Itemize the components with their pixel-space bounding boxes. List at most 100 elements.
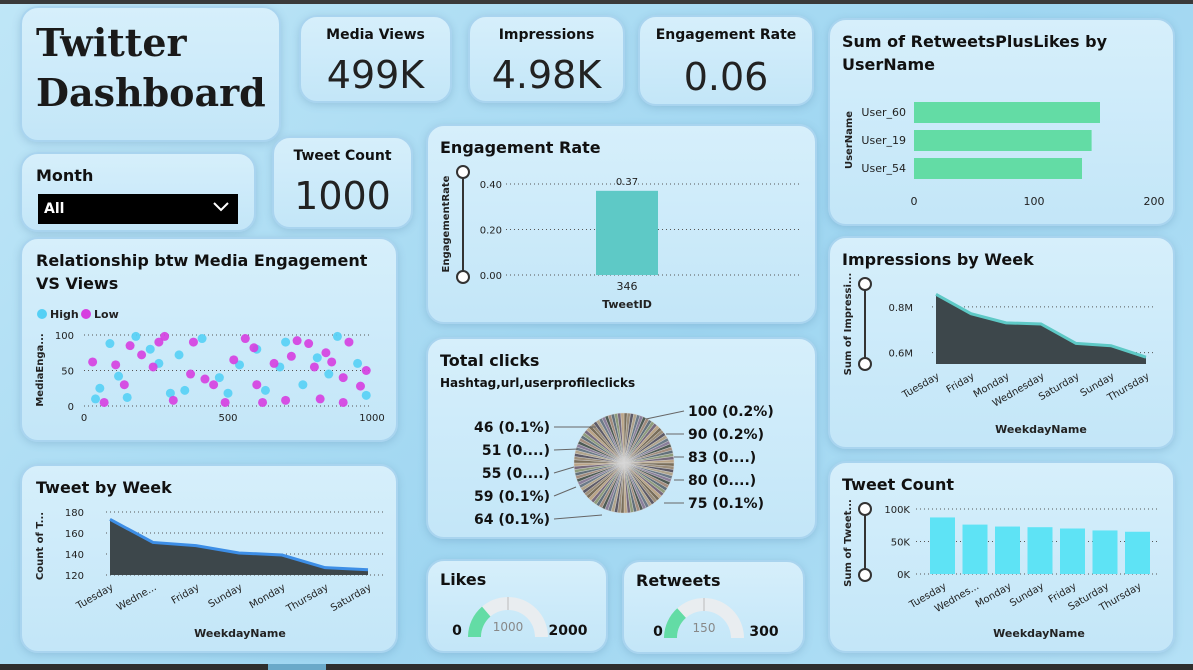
pie-label-left: 46 (0.1%): [474, 420, 550, 436]
scatter-point-low: [327, 357, 337, 367]
tweet-count-bar: [1092, 530, 1118, 574]
tweet-week-x-tick: Wedne...: [115, 582, 158, 613]
impressions-week-area: [936, 294, 1146, 364]
pie-label-right: 80 (0....): [688, 473, 756, 489]
tweet-week-x-tick: Tuesday: [74, 582, 116, 612]
retweets-likes-x-tick: 200: [1144, 195, 1165, 208]
scatter-point-high: [91, 394, 101, 404]
engagement-rate-x-axis-label: TweetID: [602, 298, 652, 311]
tweet-count-y-tick: 100K: [884, 505, 910, 516]
retweets-gauge-min: 0: [653, 624, 663, 640]
pie-label-right: 90 (0.2%): [688, 427, 764, 443]
media-scatter-chart: High LowMediaEnga...0501000 500 1000: [35, 308, 385, 424]
pie-label-right: 75 (0.1%): [688, 496, 764, 512]
tweet-week-x-tick: Thursday: [284, 582, 331, 615]
impressions-value: 4.98K: [491, 53, 602, 97]
media-views-label: Media Views: [326, 27, 425, 43]
pie-label-right: 100 (0.2%): [688, 404, 774, 420]
media-views-card[interactable]: Media Views 499K: [299, 15, 452, 103]
engagement-rate-y-axis-label: EngagementRate: [441, 175, 452, 272]
impressions-card[interactable]: Impressions 4.98K: [468, 15, 625, 103]
scatter-point-low: [281, 395, 291, 405]
engagement-rate-card[interactable]: Engagement Rate 0.06: [638, 15, 814, 106]
dashboard-title: Twitter Dashboard: [36, 20, 266, 116]
scatter-point-high: [214, 373, 224, 383]
retweets-gauge-target: 150: [693, 621, 716, 635]
scatter-point-low: [338, 373, 348, 383]
tweet-count-kpi-label: Tweet Count: [293, 148, 392, 164]
tweet-count-chart-card: Tweet Count Sum of Tweet... 0K 50K 100K Tues…: [828, 461, 1175, 653]
scatter-point-low: [258, 397, 268, 407]
tweet-week-x-tick: Saturday: [329, 582, 374, 614]
scatter-point-low: [361, 366, 371, 375]
engagement-rate-y-tick: 0.40: [480, 180, 502, 191]
tweet-week-y-tick: 160: [65, 529, 84, 540]
legend-high-label: High: [50, 308, 79, 321]
scatter-point-low: [188, 337, 198, 347]
engagement-rate-bar: [596, 190, 658, 275]
scatter-point-high: [332, 331, 342, 341]
tweet-count-kpi-card[interactable]: Tweet Count 1000: [272, 136, 413, 229]
month-dropdown-value: All: [44, 201, 65, 217]
retweets-likes-category-label: User_60: [861, 106, 906, 119]
pie-leader-line: [645, 410, 685, 420]
scatter-point-low: [355, 381, 365, 391]
scatter-point-high: [312, 353, 322, 363]
chevron-down-icon: [213, 202, 229, 212]
media-scatter-y-tick: 100: [55, 331, 74, 342]
scatter-point-low: [344, 337, 354, 347]
scatter-point-low: [269, 358, 279, 368]
scatter-point-high: [180, 385, 190, 395]
tweet-week-x-axis-label: WeekdayName: [194, 627, 286, 640]
scatter-point-low: [252, 380, 262, 390]
engagement-rate-y-tick: 0.00: [480, 271, 502, 282]
scatter-point-high: [361, 390, 371, 400]
media-scatter-y-tick: 50: [61, 367, 74, 378]
pie-leader-line: [553, 448, 579, 451]
scatter-point-low: [200, 374, 210, 384]
tweet-count-bar: [1125, 531, 1150, 574]
scatter-point-low: [286, 351, 296, 361]
legend-low-label: Low: [94, 308, 119, 321]
tweet-week-card: Tweet by Week Count of T... 120 140 160 180 T…: [20, 464, 398, 653]
legend-high-marker: [37, 309, 47, 319]
tweet-count-chart: Sum of Tweet... 0K50K100KTuesdayWednes...…: [843, 499, 1160, 640]
likes-gauge: 1000 0 2000: [452, 597, 588, 639]
tweet-count-y-tick: 0K: [897, 570, 910, 581]
range-slider-handle-bottom: [456, 270, 470, 284]
media-scatter-card: Relationship btw Media Engagement VS Vie…: [20, 237, 398, 442]
scatter-point-high: [298, 380, 308, 390]
scatter-point-low: [240, 334, 250, 344]
window-top-bar: [0, 0, 1193, 4]
tweet-count-x-axis-label: WeekdayName: [993, 627, 1085, 640]
retweets-likes-y-axis-label: UserName: [844, 111, 855, 169]
pie-leader-line: [553, 514, 603, 520]
likes-gauge-max: 2000: [549, 623, 588, 639]
likes-gauge-card: Likes 1000 0 2000: [426, 559, 608, 653]
tweet-week-y-axis-label: Count of T...: [35, 512, 46, 580]
pie-leader-line: [553, 466, 575, 474]
scatter-point-low: [168, 395, 178, 405]
scatter-point-low: [186, 369, 196, 379]
tweet-count-x-tick: Monday: [974, 581, 1014, 610]
engagement-rate-label: Engagement Rate: [655, 27, 797, 43]
tweet-count-bar: [962, 524, 988, 574]
tweet-count-bar: [995, 526, 1020, 574]
retweets-likes-x-tick: 100: [1024, 195, 1045, 208]
page-tab-indicator: [268, 664, 326, 670]
tweet-count-kpi-value: 1000: [294, 174, 391, 218]
range-slider-handle-top: [858, 502, 872, 516]
scatter-point-low: [137, 350, 147, 360]
legend-low-marker: [81, 309, 91, 319]
scatter-point-low: [309, 362, 319, 372]
retweets-gauge: 150 0 300: [653, 598, 779, 640]
retweets-likes-bar: [914, 130, 1092, 151]
window-bottom-bar: [0, 664, 1193, 670]
scatter-point-high: [223, 388, 233, 398]
month-dropdown[interactable]: All: [38, 194, 238, 224]
month-slicer-card: Month All: [20, 152, 256, 232]
scatter-point-high: [353, 358, 363, 368]
scatter-point-low: [321, 348, 331, 358]
tweet-week-y-tick: 180: [65, 508, 84, 519]
engagement-rate-data-label: 0.37: [616, 177, 638, 188]
